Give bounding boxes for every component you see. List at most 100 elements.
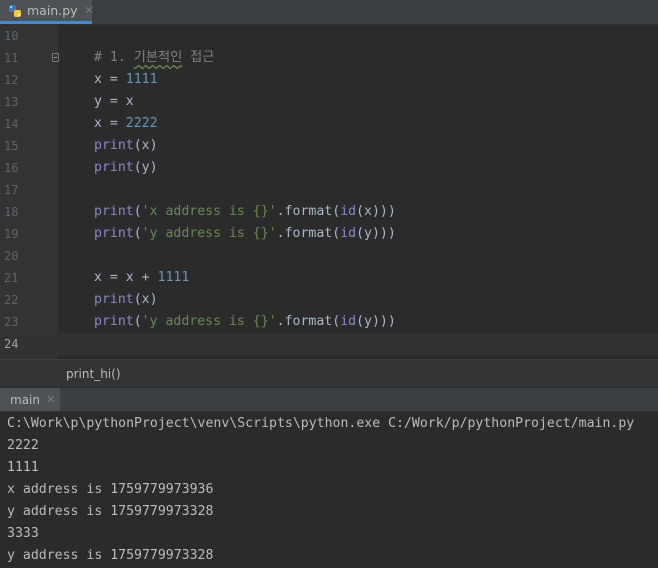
code-token: format (284, 204, 333, 219)
code-line[interactable]: 14 x = 2222 (0, 113, 658, 135)
console-output-line: C:\Work\p\pythonProject\venv\Scripts\pyt… (7, 416, 635, 431)
line-number: 18 (4, 205, 19, 219)
code-token: id (340, 226, 357, 241)
code-token: . (276, 226, 285, 241)
code-text: print('y address is {}'.format(id(y))) (94, 311, 396, 333)
code-line[interactable]: 19 print('y address is {}'.format(id(y))) (0, 223, 658, 245)
code-line[interactable]: 11 # 1. 기본적인 접근 (0, 47, 658, 69)
code-token: print (94, 160, 134, 175)
line-number: 20 (4, 249, 19, 263)
code-token: print (94, 204, 134, 219)
code-token: ( (332, 204, 341, 219)
code-line[interactable]: 21 x = x + 1111 (0, 267, 658, 289)
code-line[interactable]: 24 (0, 333, 658, 355)
code-token: ( (332, 226, 341, 241)
code-text: x = x + 1111 (94, 267, 189, 289)
code-text: print(x) (94, 135, 158, 157)
console-output-line: x address is 1759779973936 (7, 482, 214, 497)
console-output-line: 2222 (7, 438, 39, 453)
code-token: # 1. (94, 50, 134, 65)
code-token: ( (332, 314, 341, 329)
console-output-line: y address is 1759779973328 (7, 548, 214, 563)
code-token: print (94, 226, 134, 241)
code-token: (y))) (356, 226, 396, 241)
code-token: 기본적인 (133, 50, 183, 65)
code-text: print(y) (94, 157, 158, 179)
line-number: 17 (4, 183, 19, 197)
code-line[interactable]: 18 print('x address is {}'.format(id(x))) (0, 201, 658, 223)
line-number: 10 (4, 29, 19, 43)
code-token: y = x (94, 94, 134, 109)
code-line[interactable]: 15 print(x) (0, 135, 658, 157)
editor-tab-label: main.py (27, 3, 78, 18)
code-token: 'y address is {}' (141, 226, 277, 241)
line-number: 14 (4, 117, 19, 131)
code-text: x = 1111 (94, 69, 158, 91)
code-token: id (340, 314, 357, 329)
code-text: x = 2222 (94, 113, 158, 135)
code-token: 접근 (182, 50, 215, 65)
line-number: 22 (4, 293, 19, 307)
line-number: 12 (4, 73, 19, 87)
code-token: 2222 (125, 116, 158, 131)
line-number: 15 (4, 139, 19, 153)
code-token: 'y address is {}' (141, 314, 277, 329)
code-line[interactable]: 17 (0, 179, 658, 201)
code-token: x = (94, 72, 126, 87)
code-token: (y))) (356, 314, 396, 329)
editor-tab-bar: main.py ✕ (0, 0, 658, 25)
code-token: format (284, 314, 333, 329)
line-number: 24 (4, 337, 19, 351)
line-number: 21 (4, 271, 19, 285)
code-text: print('x address is {}'.format(id(x))) (94, 201, 396, 223)
code-token: ( (133, 226, 142, 241)
code-line[interactable]: 22 print(x) (0, 289, 658, 311)
code-token: 1111 (157, 270, 190, 285)
code-line[interactable]: 16 print(y) (0, 157, 658, 179)
code-token: id (340, 204, 357, 219)
code-token: print (94, 138, 134, 153)
code-token: 'x address is {}' (141, 204, 277, 219)
editor-tab-main-py[interactable]: main.py ✕ (0, 0, 94, 24)
run-tab-label: main (10, 392, 40, 407)
console-output-line: y address is 1759779973328 (7, 504, 214, 519)
code-token: ( (133, 314, 142, 329)
code-token: (x))) (356, 204, 396, 219)
code-token: (x) (133, 292, 158, 307)
code-line[interactable]: 13 y = x (0, 91, 658, 113)
code-token: (y) (133, 160, 158, 175)
code-token: . (276, 204, 285, 219)
code-token: . (276, 314, 285, 329)
breadcrumb-item-function[interactable]: print_hi() (66, 367, 121, 381)
breadcrumb: print_hi() (0, 359, 658, 387)
code-token: print (94, 314, 134, 329)
console-output-line: 3333 (7, 526, 39, 541)
code-line[interactable]: 23 print('y address is {}'.format(id(y))) (0, 311, 658, 333)
line-number: 19 (4, 227, 19, 241)
console-output-line: 1111 (7, 460, 39, 475)
code-line[interactable]: 10 (0, 25, 658, 47)
code-text: # 1. 기본적인 접근 (94, 47, 214, 69)
code-token: x = (94, 116, 126, 131)
close-icon[interactable]: ✕ (85, 4, 94, 17)
line-number: 11 (4, 51, 19, 65)
code-token: (x) (133, 138, 158, 153)
code-text: y = x (94, 91, 134, 113)
code-token: 1111 (125, 72, 158, 87)
code-token: ( (133, 204, 142, 219)
code-line[interactable]: 20 (0, 245, 658, 267)
fold-toggle-icon[interactable] (52, 53, 59, 62)
run-tab-main[interactable]: main ✕ (0, 388, 60, 411)
close-icon[interactable]: ✕ (46, 393, 55, 406)
code-line[interactable]: 12 x = 1111 (0, 69, 658, 91)
code-text: print(x) (94, 289, 158, 311)
code-editor[interactable]: 10 11 # 1. 기본적인 접근 12 x = 1111 13 y = x 14 x = 2… (0, 25, 658, 359)
code-token: format (284, 226, 333, 241)
python-file-icon (8, 4, 22, 18)
code-text: print('y address is {}'.format(id(y))) (94, 223, 396, 245)
code-token: print (94, 292, 134, 307)
line-number: 23 (4, 315, 19, 329)
code-token: x = x + (94, 270, 158, 285)
run-console[interactable]: C:\Work\p\pythonProject\venv\Scripts\pyt… (0, 412, 658, 568)
line-number: 13 (4, 95, 19, 109)
